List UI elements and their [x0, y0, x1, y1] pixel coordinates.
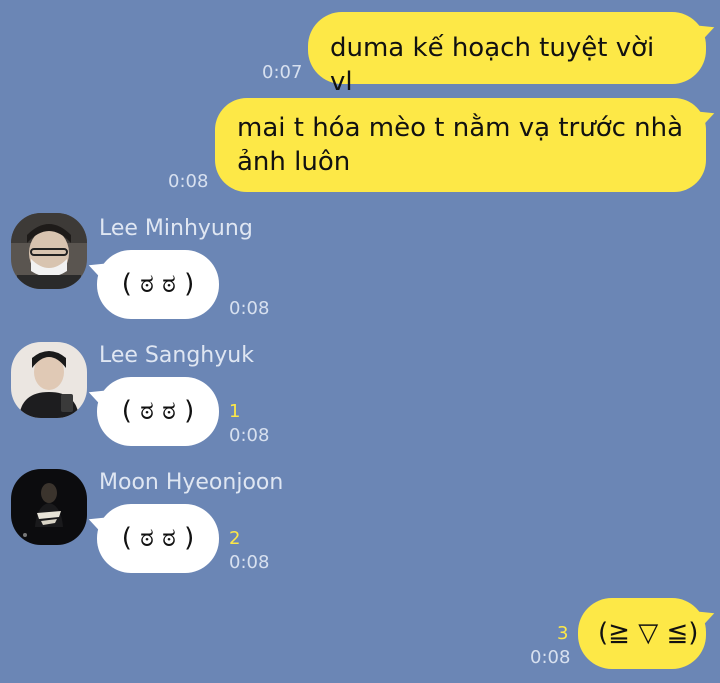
sender-name: Lee Minhyung: [99, 216, 253, 241]
unread-count: 1: [229, 401, 241, 422]
avatar[interactable]: [11, 469, 87, 545]
message-bubble[interactable]: ( ಠ ಠ ): [97, 377, 219, 446]
message-text: ( ಠ ಠ ): [121, 396, 195, 426]
message-bubble[interactable]: ( ಠ ಠ ): [97, 504, 219, 573]
message-text: (≧ ▽ ≦): [598, 618, 699, 648]
message-text: duma kế hoạch tuyệt vời vl: [330, 33, 655, 97]
unread-count: 3: [557, 623, 569, 644]
message-time: 0:07: [262, 62, 303, 83]
message-time: 0:08: [530, 647, 571, 668]
sender-name: Moon Hyeonjoon: [99, 470, 284, 495]
unread-count: 2: [229, 528, 241, 549]
message-bubble[interactable]: ( ಠ ಠ ): [97, 250, 219, 319]
sender-name: Lee Sanghyuk: [99, 343, 254, 368]
message-time: 0:08: [229, 552, 270, 573]
message-time: 0:08: [229, 425, 270, 446]
avatar-masked-person-icon: [11, 213, 87, 289]
message-bubble[interactable]: duma kế hoạch tuyệt vời vl: [308, 12, 706, 97]
avatar-hoodie-person-icon: [11, 342, 87, 418]
message-bubble[interactable]: (≧ ▽ ≦): [578, 598, 706, 669]
message-text: ( ಠ ಠ ): [121, 523, 195, 553]
message-time: 0:08: [168, 171, 209, 192]
message-text: mai t hóa mèo t nằm vạ trước nhà ảnh luô…: [237, 113, 684, 177]
avatar[interactable]: [11, 342, 87, 418]
message-time: 0:08: [229, 298, 270, 319]
avatar[interactable]: [11, 213, 87, 289]
avatar-dark-photo-icon: [11, 469, 87, 545]
message-bubble[interactable]: mai t hóa mèo t nằm vạ trước nhà ảnh luô…: [215, 98, 706, 192]
message-text: ( ಠ ಠ ): [121, 269, 195, 299]
